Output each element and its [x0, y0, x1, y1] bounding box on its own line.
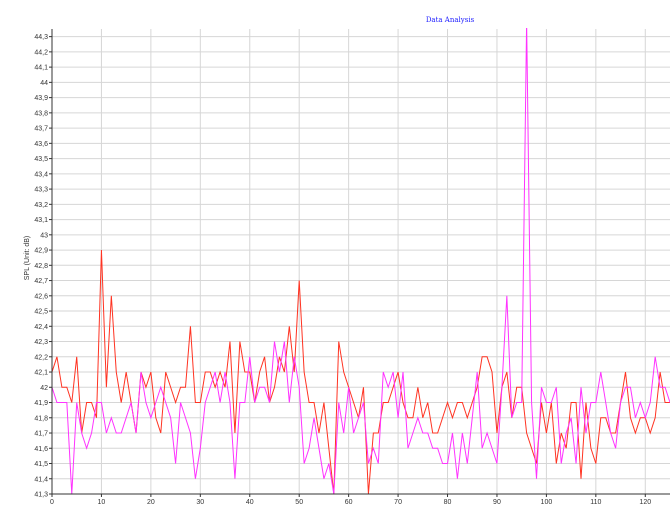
x-tick-label: 90	[493, 499, 501, 506]
x-tick-label: 50	[295, 499, 303, 506]
x-tick-label: 0	[50, 499, 54, 506]
chart-title: Data Analysis	[426, 16, 475, 24]
y-tick-label: 43,3	[34, 187, 48, 194]
x-tick-label: 20	[147, 499, 155, 506]
y-tick-label: 41,8	[34, 415, 48, 422]
y-tick-label: 42,7	[34, 278, 48, 285]
x-tick-label: 40	[246, 499, 254, 506]
x-tick-label: 120	[639, 499, 651, 506]
y-tick-label: 42,9	[34, 248, 48, 255]
x-tick-label: 110	[590, 499, 601, 506]
y-tick-label: 41,5	[34, 461, 48, 468]
y-tick-label: 43,1	[34, 217, 48, 224]
y-tick-label: 41,7	[34, 431, 48, 438]
y-tick-label: 43,6	[34, 141, 48, 148]
y-tick-label: 44,1	[34, 65, 48, 72]
y-tick-label: 42,4	[34, 324, 48, 331]
y-tick-label: 42,3	[34, 339, 48, 346]
x-tick-label: 10	[98, 499, 106, 506]
y-tick-label: 42,5	[34, 309, 48, 316]
y-tick-label: 42	[40, 385, 48, 392]
y-tick-label: 42,2	[34, 354, 48, 361]
y-tick-label: 41,6	[34, 446, 48, 453]
y-tick-label: 44	[40, 80, 48, 87]
y-tick-label: 43,2	[34, 202, 48, 209]
y-tick-label: 43	[40, 232, 48, 239]
y-tick-label: 42,8	[34, 263, 48, 270]
y-tick-label: 43,4	[34, 171, 48, 178]
y-tick-label: 41,4	[34, 476, 48, 483]
line-chart: Data Analysis SPL (Unit: dB) 41,3 41,4 41,…	[0, 0, 670, 526]
y-tick-label: 43,9	[34, 95, 48, 102]
y-axis-label: SPL (Unit: dB)	[24, 236, 31, 280]
y-tick-label: 43,7	[34, 126, 48, 133]
y-tick-label: 41,9	[34, 400, 48, 407]
y-tick-label: 44,2	[34, 49, 48, 56]
x-tick-label: 60	[345, 499, 353, 506]
x-tick-label: 100	[541, 499, 553, 506]
y-tick-label: 43,5	[34, 156, 48, 163]
y-tick-label: 44,3	[34, 34, 48, 41]
y-tick-label: 42,1	[34, 370, 48, 377]
y-tick-label: 42,6	[34, 293, 48, 300]
x-tick-label: 70	[394, 499, 402, 506]
y-tick-label: 41,3	[34, 492, 48, 499]
x-tick-label: 80	[444, 499, 452, 506]
y-tick-label: 43,8	[34, 110, 48, 117]
x-tick-label: 30	[196, 499, 204, 506]
